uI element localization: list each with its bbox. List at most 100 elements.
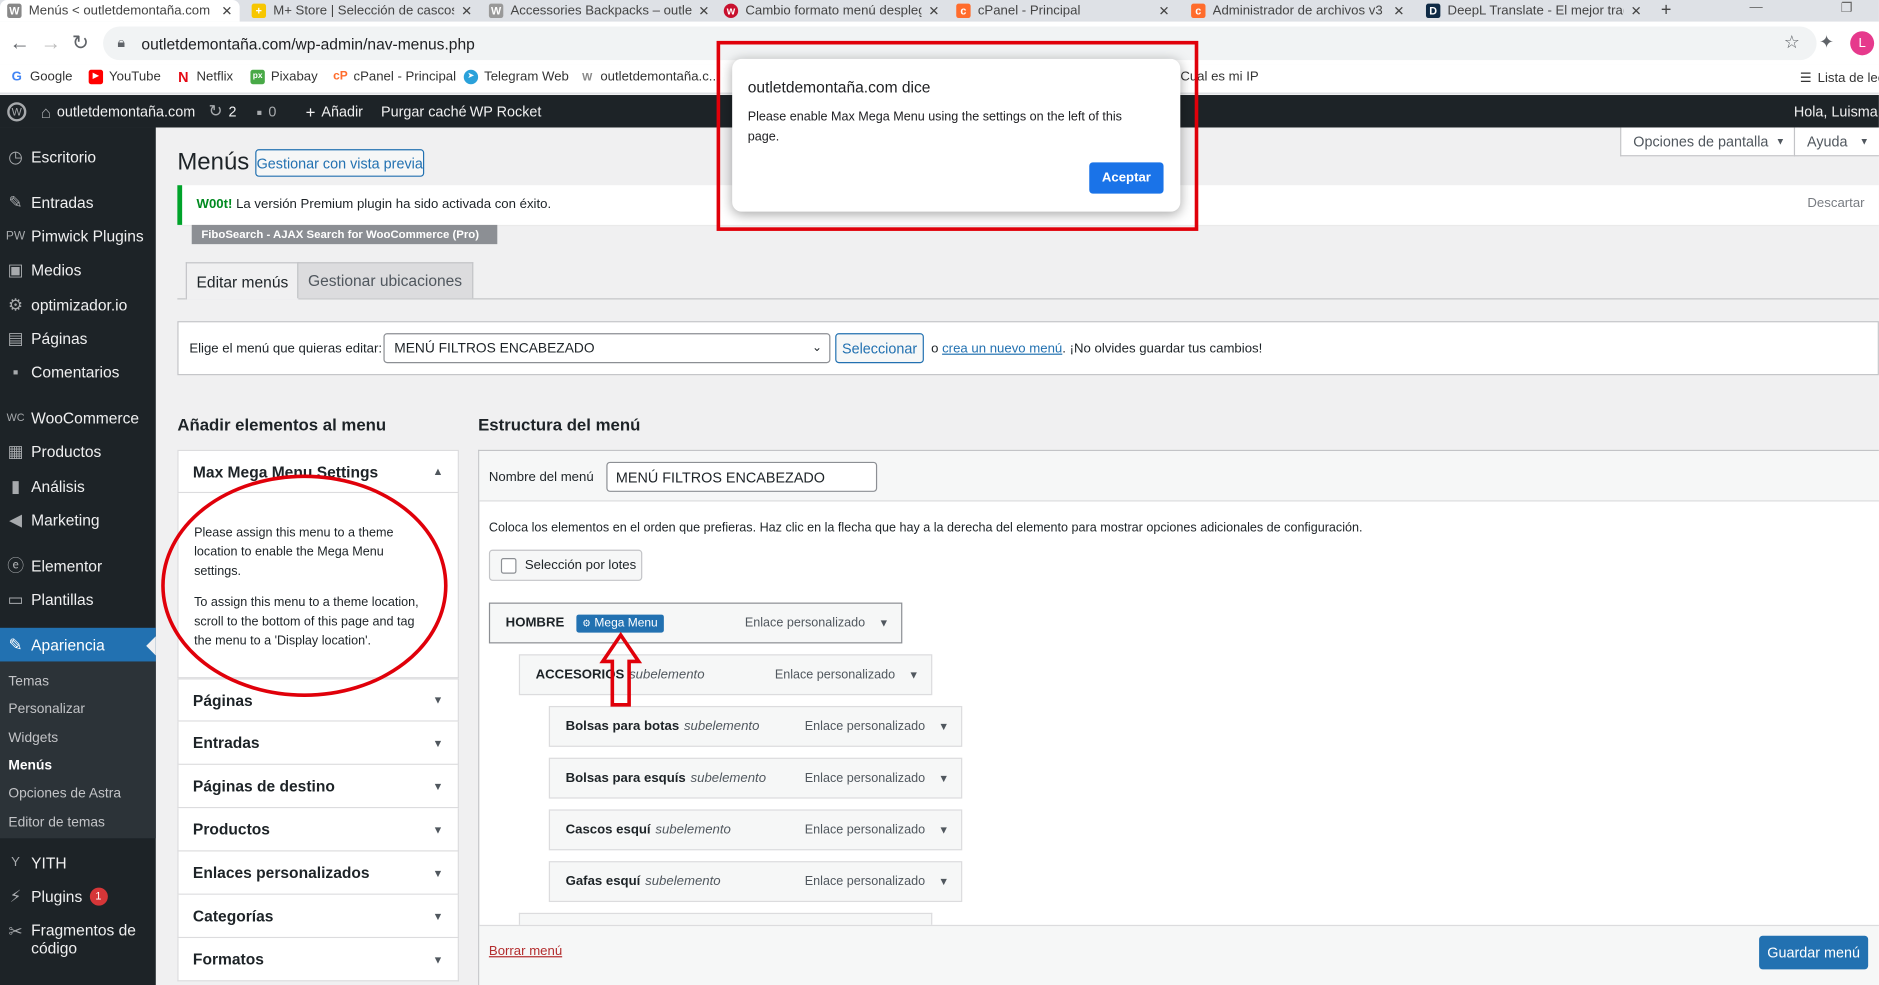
accordion-enlaces-personalizados[interactable]: Enlaces personalizados ▼ <box>177 851 459 895</box>
sidebar-item-escritorio[interactable]: ◷ Escritorio <box>0 140 156 174</box>
bulk-select-checkbox[interactable] <box>500 557 517 574</box>
browser-tab-admin-archivos[interactable]: c Administrador de archivos v3 de ✕ <box>1184 0 1412 22</box>
browser-tab-cambio[interactable]: w Cambio formato menú desplegable✕ <box>717 0 947 22</box>
sidebar-item-analisis[interactable]: ▮ Análisis <box>0 469 156 503</box>
bookmark-netflix[interactable]: N Netflix <box>176 70 233 84</box>
sidebar-item-fragmentos[interactable]: ✂ Fragmentos de código <box>0 921 156 962</box>
menu-item-bolsas-botas[interactable]: Bolsas para botas subelemento Enlace pers… <box>548 705 963 747</box>
adminbar-site[interactable]: ⌂ outletdemontaña.com <box>41 95 195 127</box>
caret-down-icon: ▼ <box>1859 135 1870 147</box>
bookmark-telegram[interactable]: ➤ Telegram Web <box>463 69 569 85</box>
tab-edit-menus[interactable]: Editar menús <box>185 262 300 300</box>
wp-logo-icon[interactable]: W <box>7 95 27 127</box>
browser-tab-accessories[interactable]: W Accessories Backpacks – outletdemontañ… <box>482 0 717 22</box>
extensions-icon[interactable]: ✦ <box>1819 31 1834 55</box>
bulk-select-toggle[interactable]: Selección por lotes <box>488 549 643 581</box>
manage-live-preview-button[interactable]: Gestionar con vista previa <box>255 149 425 177</box>
sidebar-item-productos[interactable]: ▦ Productos <box>0 434 156 468</box>
wp-icon: W <box>7 3 22 19</box>
adminbar-wp-rocket[interactable]: WP Rocket <box>470 95 542 127</box>
screen-options-button[interactable]: Opciones de pantalla ▼ <box>1620 127 1799 157</box>
menu-name-input[interactable]: MENÚ FILTROS ENCABEZADO <box>606 461 878 492</box>
menu-select-dropdown[interactable]: MENÚ FILTROS ENCABEZADO ⌄ <box>383 333 831 364</box>
sidebar-item-plugins[interactable]: ⚡ Plugins 1 <box>0 879 156 913</box>
close-icon[interactable]: ✕ <box>221 3 232 18</box>
browser-tab-menus[interactable]: W Menús < outletdemontaña.com ✕ <box>0 0 240 22</box>
select-menu-button[interactable]: Seleccionar <box>835 333 924 364</box>
new-tab-icon[interactable]: + <box>1661 0 1672 20</box>
caret-down-icon[interactable]: ▼ <box>938 772 949 784</box>
browser-tab-cpanel[interactable]: c cPanel - Principal ✕ <box>949 0 1177 22</box>
sidebar-item-elementor[interactable]: ⓔ Elementor <box>0 548 156 582</box>
bookmark-pixabay[interactable]: px Pixabay <box>250 69 318 85</box>
submenu-opciones-astra[interactable]: Opciones de Astra <box>8 787 121 801</box>
bookmark-google[interactable]: G Google <box>10 70 73 84</box>
sidebar-item-marketing[interactable]: ◀ Marketing <box>0 503 156 537</box>
submenu-menus[interactable]: Menús <box>8 759 52 773</box>
deepl-icon: D <box>1425 3 1441 19</box>
caret-down-icon[interactable]: ▼ <box>938 876 949 888</box>
close-icon[interactable]: ✕ <box>928 3 939 18</box>
close-icon[interactable]: ✕ <box>1158 3 1169 18</box>
tab-manage-locations[interactable]: Gestionar ubicaciones <box>297 262 473 299</box>
accordion-categorias[interactable]: Categorías ▼ <box>177 894 459 939</box>
sidebar-item-woocommerce[interactable]: WC WooCommerce <box>0 400 156 434</box>
plus-icon: + <box>305 101 316 121</box>
menu-item-hombre[interactable]: HOMBRE ⚙ Mega Menu Enlace personalizado ▼ <box>488 602 903 644</box>
sidebar-item-medios[interactable]: ▣ Medios <box>0 253 156 287</box>
caret-down-icon[interactable]: ▼ <box>878 617 889 629</box>
submenu-widgets[interactable]: Widgets <box>8 731 58 745</box>
close-icon[interactable]: ✕ <box>461 3 472 18</box>
reading-list[interactable]: ☰Lista de lectura <box>1800 70 1879 85</box>
reload-icon[interactable]: ↻ <box>72 31 89 55</box>
browser-tab-deepl[interactable]: D DeepL Translate - El mejor traductor✕ <box>1419 0 1649 22</box>
bookmark-outlet[interactable]: Woutletdemontaña.c... <box>580 70 720 84</box>
menu-item-accesorios[interactable]: ACCESORIOS subelemento Enlace personaliza… <box>518 654 933 696</box>
sidebar-item-optimizador[interactable]: ⚙ optimizador.io <box>0 287 156 321</box>
archive-icon: ▦ <box>7 440 24 461</box>
create-new-menu-link[interactable]: crea un nuevo menú <box>942 342 1062 356</box>
back-icon[interactable]: ← <box>10 31 30 55</box>
minimize-icon[interactable]: — <box>1750 0 1763 14</box>
mega-menu-badge[interactable]: ⚙ Mega Menu <box>576 613 664 633</box>
adminbar-account[interactable]: Hola, Luisma <box>1794 95 1879 127</box>
bookmark-youtube[interactable]: ▶ YouTube <box>88 69 161 85</box>
sidebar-item-entradas[interactable]: ✎ Entradas <box>0 185 156 219</box>
adminbar-updates[interactable]: ↻ 2 <box>209 95 237 127</box>
adminbar-add[interactable]: + Añadir <box>306 95 363 127</box>
restore-icon[interactable]: ❐ <box>1841 0 1853 15</box>
close-icon[interactable]: ✕ <box>698 3 709 18</box>
menu-item-gafas-esqui[interactable]: Gafas esquí subelemento Enlace personaliz… <box>548 861 963 903</box>
close-icon[interactable]: ✕ <box>1631 3 1642 18</box>
star-icon[interactable]: ☆ <box>1784 31 1800 52</box>
save-menu-button[interactable]: Guardar menú <box>1759 935 1869 970</box>
accordion-entradas[interactable]: Entradas ▼ <box>177 721 459 765</box>
sidebar-item-apariencia[interactable]: ✎ Apariencia <box>0 627 156 662</box>
adminbar-comments[interactable]: ▪ 0 <box>256 95 276 127</box>
profile-avatar[interactable]: L <box>1850 31 1875 56</box>
submenu-personalizar[interactable]: Personalizar <box>8 702 85 716</box>
sidebar-item-comentarios[interactable]: ▪ Comentarios <box>0 355 156 389</box>
dismiss-notice-button[interactable]: Descartar <box>1807 196 1864 210</box>
menu-item-cascos-esqui[interactable]: Cascos esquí subelemento Enlace personali… <box>548 809 963 851</box>
sidebar-item-paginas[interactable]: ▤ Páginas <box>0 321 156 355</box>
browser-tab-mstore[interactable]: + M+ Store | Selección de cascos de✕ <box>244 0 479 22</box>
submenu-editor-temas[interactable]: Editor de temas <box>8 815 105 829</box>
submenu-temas[interactable]: Temas <box>8 675 49 689</box>
adminbar-purge-cache[interactable]: Purgar caché <box>381 95 467 127</box>
accordion-productos[interactable]: Productos ▼ <box>177 808 459 852</box>
help-button[interactable]: Ayuda ▼ <box>1793 127 1879 157</box>
delete-menu-link[interactable]: Borrar menú <box>489 944 562 958</box>
bookmark-cpanel[interactable]: cP cPanel - Principal <box>333 70 456 84</box>
menu-item-bolsas-esquis[interactable]: Bolsas para esquís subelemento Enlace per… <box>548 757 963 799</box>
sidebar-item-yith[interactable]: Y YITH <box>0 845 156 879</box>
caret-down-icon[interactable]: ▼ <box>908 669 919 681</box>
sidebar-item-plantillas[interactable]: ▭ Plantillas <box>0 582 156 616</box>
caret-down-icon[interactable]: ▼ <box>938 824 949 836</box>
forward-icon[interactable]: → <box>41 31 61 55</box>
close-icon[interactable]: ✕ <box>1393 3 1404 18</box>
accordion-paginas-destino[interactable]: Páginas de destino ▼ <box>177 764 459 809</box>
sidebar-item-pimwick[interactable]: PW Pimwick Plugins <box>0 219 156 253</box>
accordion-formatos[interactable]: Formatos ▼ <box>177 938 459 982</box>
caret-down-icon[interactable]: ▼ <box>938 720 949 732</box>
